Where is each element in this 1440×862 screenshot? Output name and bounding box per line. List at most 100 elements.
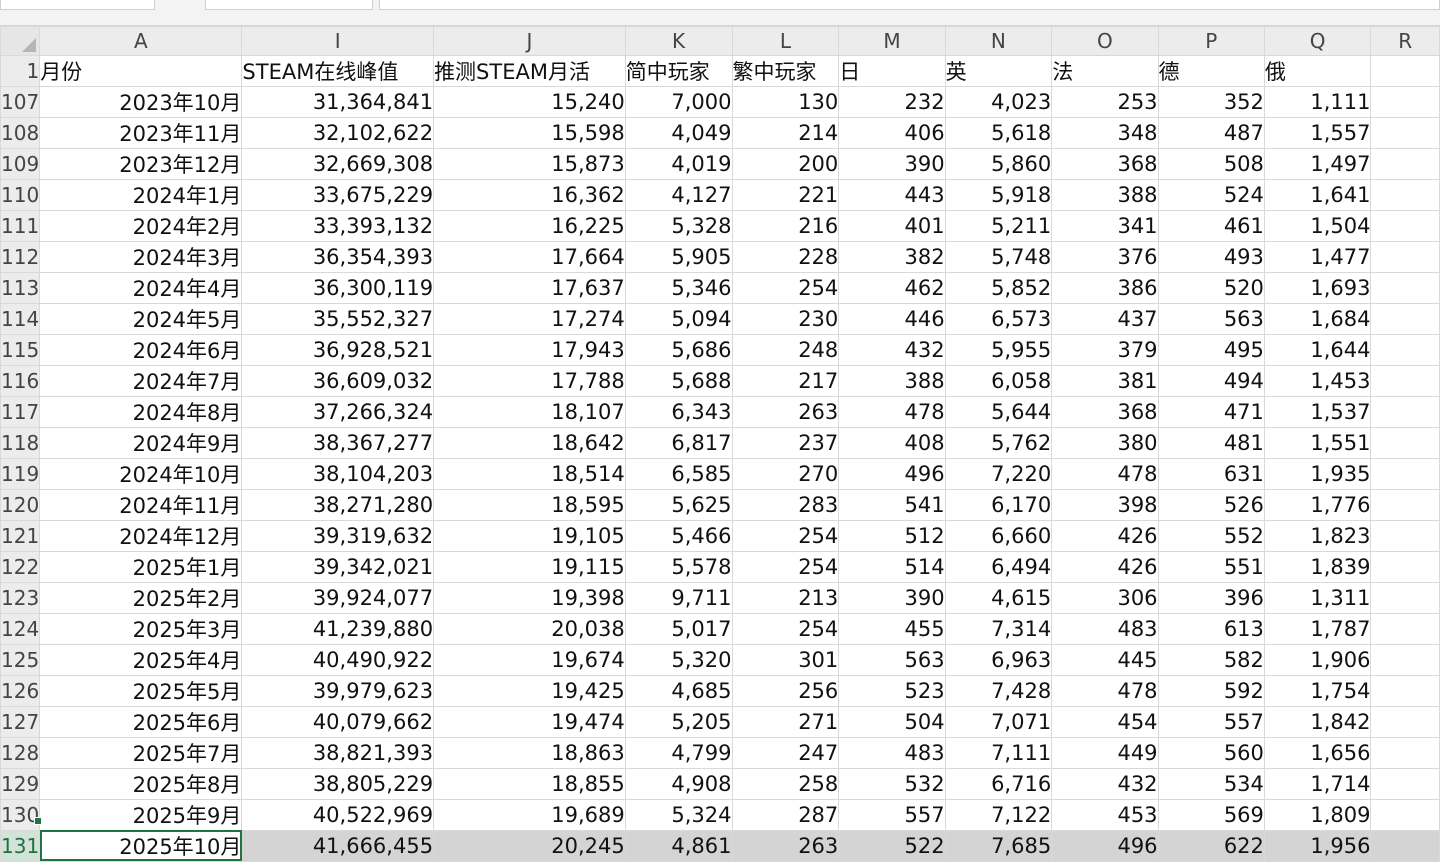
value-cell[interactable]: 368 — [1051, 147, 1159, 180]
value-cell[interactable]: 5,211 — [944, 209, 1053, 242]
value-cell[interactable]: 541 — [838, 488, 946, 521]
row-header[interactable]: 115 — [0, 333, 41, 366]
value-cell[interactable]: 455 — [838, 612, 946, 645]
value-cell[interactable]: 478 — [1051, 457, 1159, 490]
value-cell[interactable]: 390 — [838, 147, 946, 180]
value-cell[interactable]: 18,642 — [433, 426, 626, 459]
header-cell[interactable]: 繁中玩家 — [731, 54, 840, 87]
value-cell[interactable]: 7,428 — [944, 674, 1053, 707]
value-cell[interactable]: 5,688 — [624, 364, 733, 397]
value-cell[interactable]: 19,398 — [433, 581, 626, 614]
value-cell[interactable]: 557 — [1157, 705, 1265, 738]
value-cell[interactable]: 40,522,969 — [241, 798, 435, 831]
month-cell[interactable]: 2024年11月 — [39, 488, 243, 521]
value-cell[interactable]: 270 — [731, 457, 840, 490]
month-cell[interactable]: 2023年10月 — [39, 85, 243, 118]
value-cell[interactable]: 263 — [731, 829, 840, 862]
value-cell[interactable]: 214 — [731, 116, 840, 149]
column-header-o[interactable]: O — [1051, 26, 1159, 56]
row-header[interactable]: 111 — [0, 209, 41, 242]
month-cell[interactable]: 2024年5月 — [39, 302, 243, 335]
empty-cell[interactable] — [1370, 767, 1440, 800]
value-cell[interactable]: 5,686 — [624, 333, 733, 366]
row-header[interactable]: 123 — [0, 581, 41, 614]
value-cell[interactable]: 38,104,203 — [241, 457, 435, 490]
value-cell[interactable]: 5,918 — [944, 178, 1053, 211]
value-cell[interactable]: 254 — [731, 271, 840, 304]
value-cell[interactable]: 396 — [1157, 581, 1265, 614]
value-cell[interactable]: 263 — [731, 395, 840, 428]
value-cell[interactable]: 552 — [1157, 519, 1265, 552]
value-cell[interactable]: 7,685 — [944, 829, 1053, 862]
value-cell[interactable]: 18,855 — [433, 767, 626, 800]
header-cell[interactable]: 英 — [944, 54, 1053, 87]
value-cell[interactable]: 478 — [838, 395, 946, 428]
name-box[interactable] — [0, 0, 155, 10]
value-cell[interactable]: 368 — [1051, 395, 1159, 428]
select-all-corner[interactable] — [0, 26, 41, 56]
value-cell[interactable]: 379 — [1051, 333, 1159, 366]
value-cell[interactable]: 5,748 — [944, 240, 1053, 273]
value-cell[interactable]: 5,860 — [944, 147, 1053, 180]
empty-cell[interactable] — [1370, 209, 1440, 242]
row-header[interactable]: 107 — [0, 85, 41, 118]
value-cell[interactable]: 17,943 — [433, 333, 626, 366]
value-cell[interactable]: 17,274 — [433, 302, 626, 335]
value-cell[interactable]: 1,842 — [1263, 705, 1372, 738]
month-cell[interactable]: 2025年7月 — [39, 736, 243, 769]
column-header-n[interactable]: N — [944, 26, 1053, 56]
value-cell[interactable]: 514 — [838, 550, 946, 583]
value-cell[interactable]: 39,319,632 — [241, 519, 435, 552]
value-cell[interactable]: 401 — [838, 209, 946, 242]
empty-cell[interactable] — [1370, 116, 1440, 149]
month-cell[interactable]: 2024年9月 — [39, 426, 243, 459]
value-cell[interactable]: 481 — [1157, 426, 1265, 459]
value-cell[interactable]: 35,552,327 — [241, 302, 435, 335]
empty-cell[interactable] — [1370, 798, 1440, 831]
column-header-r[interactable]: R — [1370, 26, 1440, 56]
value-cell[interactable]: 526 — [1157, 488, 1265, 521]
value-cell[interactable]: 36,609,032 — [241, 364, 435, 397]
value-cell[interactable]: 17,637 — [433, 271, 626, 304]
value-cell[interactable]: 253 — [1051, 85, 1159, 118]
value-cell[interactable]: 6,058 — [944, 364, 1053, 397]
value-cell[interactable]: 41,239,880 — [241, 612, 435, 645]
value-cell[interactable]: 301 — [731, 643, 840, 676]
value-cell[interactable]: 6,343 — [624, 395, 733, 428]
row-header[interactable]: 114 — [0, 302, 41, 335]
value-cell[interactable]: 38,805,229 — [241, 767, 435, 800]
value-cell[interactable]: 6,573 — [944, 302, 1053, 335]
value-cell[interactable]: 512 — [838, 519, 946, 552]
value-cell[interactable]: 15,598 — [433, 116, 626, 149]
value-cell[interactable]: 32,669,308 — [241, 147, 435, 180]
value-cell[interactable]: 1,754 — [1263, 674, 1372, 707]
value-cell[interactable]: 524 — [1157, 178, 1265, 211]
value-cell[interactable]: 41,666,455 — [241, 829, 435, 862]
fill-handle[interactable] — [34, 817, 42, 825]
value-cell[interactable]: 38,367,277 — [241, 426, 435, 459]
value-cell[interactable]: 569 — [1157, 798, 1265, 831]
empty-cell[interactable] — [1370, 705, 1440, 738]
month-cell[interactable]: 2024年2月 — [39, 209, 243, 242]
empty-cell[interactable] — [1370, 271, 1440, 304]
value-cell[interactable]: 1,504 — [1263, 209, 1372, 242]
value-cell[interactable]: 1,311 — [1263, 581, 1372, 614]
row-header[interactable]: 127 — [0, 705, 41, 738]
column-header-m[interactable]: M — [838, 26, 946, 56]
value-cell[interactable]: 461 — [1157, 209, 1265, 242]
value-cell[interactable]: 16,225 — [433, 209, 626, 242]
value-cell[interactable]: 33,393,132 — [241, 209, 435, 242]
row-header[interactable]: 129 — [0, 767, 41, 800]
value-cell[interactable]: 1,684 — [1263, 302, 1372, 335]
value-cell[interactable]: 446 — [838, 302, 946, 335]
value-cell[interactable]: 1,453 — [1263, 364, 1372, 397]
value-cell[interactable]: 7,122 — [944, 798, 1053, 831]
value-cell[interactable]: 508 — [1157, 147, 1265, 180]
value-cell[interactable]: 4,049 — [624, 116, 733, 149]
value-cell[interactable]: 1,956 — [1263, 829, 1372, 862]
row-header[interactable]: 125 — [0, 643, 41, 676]
value-cell[interactable]: 5,466 — [624, 519, 733, 552]
value-cell[interactable]: 6,660 — [944, 519, 1053, 552]
value-cell[interactable]: 7,000 — [624, 85, 733, 118]
value-cell[interactable]: 9,711 — [624, 581, 733, 614]
